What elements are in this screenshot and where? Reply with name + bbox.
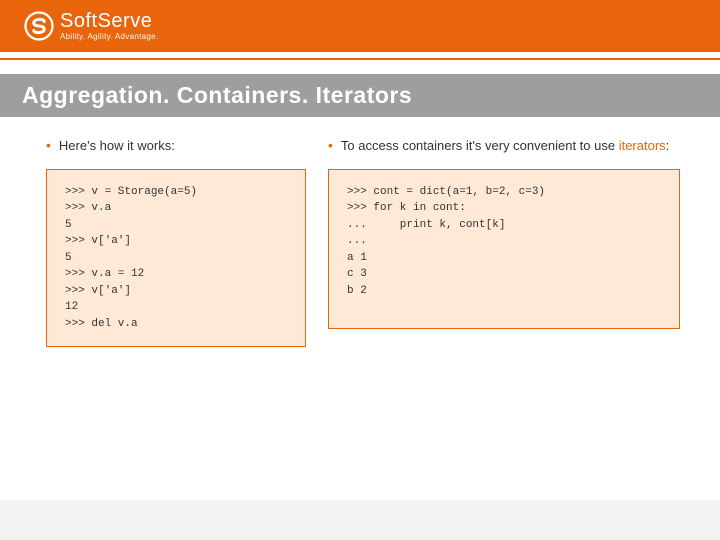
logo-name: SoftServe: [60, 11, 158, 31]
brand-header: SoftServe Ability. Agility. Advantage.: [0, 0, 720, 52]
slide-title: Aggregation. Containers. Iterators: [0, 74, 720, 117]
logo-name-serve: Serve: [98, 10, 153, 32]
logo-name-soft: Soft: [60, 10, 98, 32]
left-bullet: • Here's how it works:: [46, 137, 306, 155]
logo-mark-icon: [24, 11, 54, 41]
right-code-block: >>> cont = dict(a=1, b=2, c=3) >>> for k…: [328, 169, 680, 329]
logo-tagline: Ability. Agility. Advantage.: [60, 33, 158, 41]
bullet-icon: •: [46, 137, 51, 154]
header-rule: [0, 58, 720, 60]
logo-text: SoftServe Ability. Agility. Advantage.: [60, 11, 158, 41]
bullet-icon: •: [328, 137, 333, 154]
right-bullet: • To access containers it's very conveni…: [328, 137, 680, 155]
right-bullet-highlight: iterators: [619, 138, 666, 153]
left-code-block: >>> v = Storage(a=5) >>> v.a 5 >>> v['a'…: [46, 169, 306, 348]
logo: SoftServe Ability. Agility. Advantage.: [24, 11, 158, 41]
left-column: • Here's how it works: >>> v = Storage(a…: [46, 137, 306, 347]
left-bullet-text: Here's how it works:: [59, 137, 175, 155]
right-column: • To access containers it's very conveni…: [328, 137, 680, 347]
right-bullet-post: :: [666, 138, 670, 153]
right-bullet-text: To access containers it's very convenien…: [341, 137, 669, 155]
slide-content: • Here's how it works: >>> v = Storage(a…: [0, 117, 720, 347]
right-bullet-pre: To access containers it's very convenien…: [341, 138, 619, 153]
footer-bar: [0, 500, 720, 540]
